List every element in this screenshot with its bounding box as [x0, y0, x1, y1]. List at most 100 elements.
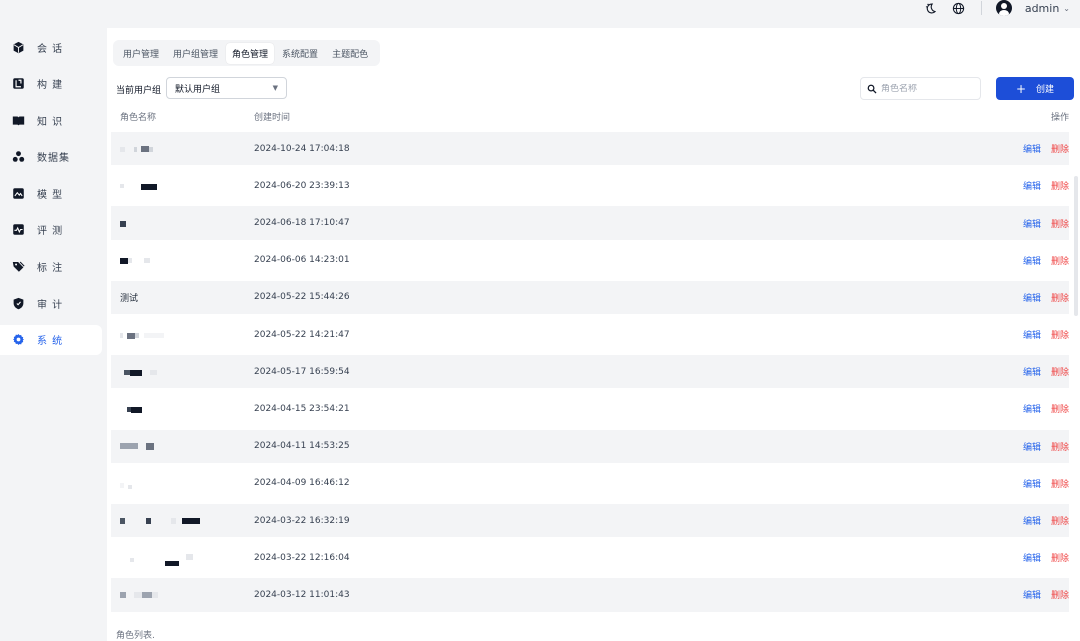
delete-link[interactable]: 删除 — [1051, 551, 1069, 564]
globe-icon[interactable] — [951, 0, 967, 16]
created-time: 2024-04-11 14:53:25 — [254, 441, 350, 452]
edit-link[interactable]: 编辑 — [1023, 291, 1041, 304]
chevron-down-icon[interactable]: ⌄ — [1063, 4, 1070, 13]
redacted-role-name — [120, 515, 220, 527]
main-panel: 用户管理 用户组管理 角色管理 系统配置 主题配色 当前用户组 默认用户组 ▼ … — [107, 28, 1080, 641]
role-name — [120, 254, 240, 266]
edit-link[interactable]: 编辑 — [1023, 514, 1041, 527]
created-time: 2024-03-12 11:01:43 — [254, 589, 350, 600]
delete-link[interactable]: 删除 — [1051, 402, 1069, 415]
scrollbar[interactable] — [1074, 176, 1078, 316]
edit-link[interactable]: 编辑 — [1023, 254, 1041, 267]
edit-link[interactable]: 编辑 — [1023, 551, 1041, 564]
user-group-select[interactable]: 默认用户组 ▼ — [166, 77, 287, 99]
sidebar-item-knowledge[interactable]: 知 识 — [0, 105, 102, 135]
role-name — [120, 366, 240, 378]
cube-icon — [11, 40, 25, 54]
table-row: 2024-10-24 17:04:18 编辑 删除 — [111, 132, 1069, 166]
role-search[interactable] — [860, 77, 981, 100]
column-header-actions: 操作 — [1050, 113, 1069, 123]
sidebar-item-system[interactable]: 系 统 — [0, 324, 102, 355]
edit-link[interactable]: 编辑 — [1023, 142, 1041, 155]
table-row: 2024-05-17 16:59:54 编辑 删除 — [111, 355, 1069, 389]
delete-link[interactable]: 删除 — [1051, 328, 1069, 341]
sidebar: 会 话 构 建 知 识 数据集 模 型 评 测 标 注 审 计 系 统 — [0, 32, 102, 361]
created-time: 2024-05-17 16:59:54 — [254, 366, 350, 377]
role-name — [120, 217, 240, 229]
role-name — [120, 552, 240, 566]
edit-link[interactable]: 编辑 — [1023, 179, 1041, 192]
table-row: 2024-04-15 23:54:21 编辑 删除 — [111, 392, 1069, 425]
table-row: 2024-06-06 14:23:01 编辑 删除 — [111, 244, 1069, 277]
build-icon — [11, 77, 25, 91]
sidebar-item-label: 评 测 — [37, 226, 64, 238]
search-input[interactable] — [881, 83, 971, 94]
theme-toggle-icon[interactable] — [923, 0, 939, 16]
sidebar-item-label: 构 建 — [37, 80, 64, 92]
evaluate-icon — [11, 223, 25, 237]
column-header-created-time: 创建时间 — [254, 113, 291, 123]
tab-user-management[interactable]: 用户管理 — [117, 43, 165, 64]
edit-link[interactable]: 编辑 — [1023, 365, 1041, 378]
tab-system-config[interactable]: 系统配置 — [276, 43, 324, 64]
table-row: 2024-03-12 11:01:43 编辑 删除 — [111, 578, 1069, 612]
delete-link[interactable]: 删除 — [1051, 365, 1069, 378]
sidebar-item-chat[interactable]: 会 话 — [0, 32, 102, 62]
delete-link[interactable]: 删除 — [1051, 514, 1069, 527]
redacted-role-name — [120, 440, 220, 452]
role-name: 测试 — [120, 293, 139, 304]
dataset-icon — [11, 150, 25, 164]
edit-link[interactable]: 编辑 — [1023, 440, 1041, 453]
delete-link[interactable]: 删除 — [1051, 142, 1069, 155]
gear-icon — [11, 333, 25, 347]
table-caption: 角色列表. — [116, 631, 155, 641]
top-actions: admin ⌄ — [923, 0, 1080, 16]
sidebar-item-annotate[interactable]: 标 注 — [0, 252, 102, 282]
edit-link[interactable]: 编辑 — [1023, 402, 1041, 415]
sidebar-item-audit[interactable]: 审 计 — [0, 288, 102, 318]
tab-user-group-management[interactable]: 用户组管理 — [167, 43, 224, 64]
role-name — [120, 180, 240, 192]
tab-theme-colors[interactable]: 主题配色 — [326, 43, 374, 64]
top-bar: admin ⌄ — [0, 0, 1080, 26]
edit-link[interactable]: 编辑 — [1023, 477, 1041, 490]
table-row: 2024-03-22 12:16:04 编辑 删除 — [111, 541, 1069, 574]
edit-link[interactable]: 编辑 — [1023, 328, 1041, 341]
delete-link[interactable]: 删除 — [1051, 440, 1069, 453]
delete-link[interactable]: 删除 — [1051, 588, 1069, 601]
sidebar-item-label: 标 注 — [37, 263, 64, 275]
sidebar-item-model[interactable]: 模 型 — [0, 178, 102, 208]
created-time: 2024-05-22 14:21:47 — [254, 329, 350, 340]
delete-link[interactable]: 删除 — [1051, 217, 1069, 230]
tab-role-management[interactable]: 角色管理 — [226, 42, 275, 64]
table-row: 测试 2024-05-22 15:44:26 编辑 删除 — [111, 280, 1069, 314]
sidebar-item-label: 审 计 — [37, 299, 64, 311]
role-name — [120, 477, 240, 490]
sidebar-item-evaluate[interactable]: 评 测 — [0, 215, 102, 245]
sidebar-item-dataset[interactable]: 数据集 — [0, 142, 102, 172]
role-name — [120, 440, 240, 452]
table-row: 2024-03-22 16:32:19 编辑 删除 — [111, 503, 1069, 538]
delete-link[interactable]: 删除 — [1051, 291, 1069, 304]
created-time: 2024-06-20 23:39:13 — [254, 180, 350, 191]
edit-link[interactable]: 编辑 — [1023, 217, 1041, 230]
sidebar-item-label: 系 统 — [37, 336, 64, 348]
redacted-role-name — [120, 366, 220, 378]
user-name[interactable]: admin — [1025, 2, 1059, 15]
delete-link[interactable]: 删除 — [1051, 254, 1069, 267]
delete-link[interactable]: 删除 — [1051, 179, 1069, 192]
delete-link[interactable]: 删除 — [1051, 477, 1069, 490]
edit-link[interactable]: 编辑 — [1023, 588, 1041, 601]
user-avatar-icon[interactable] — [995, 0, 1012, 16]
sidebar-item-build[interactable]: 构 建 — [0, 69, 102, 99]
role-name — [120, 329, 240, 341]
table-row: 2024-05-22 14:21:47 编辑 删除 — [111, 318, 1069, 351]
created-time: 2024-06-18 17:10:47 — [254, 218, 350, 228]
role-name — [120, 589, 240, 601]
settings-tabs: 用户管理 用户组管理 角色管理 系统配置 主题配色 — [113, 40, 381, 66]
create-role-button[interactable]: + 创建 — [996, 77, 1074, 100]
sidebar-item-label: 模 型 — [37, 189, 64, 201]
role-name — [120, 515, 240, 527]
tag-icon — [11, 260, 25, 274]
created-time: 2024-06-06 14:23:01 — [254, 255, 350, 266]
